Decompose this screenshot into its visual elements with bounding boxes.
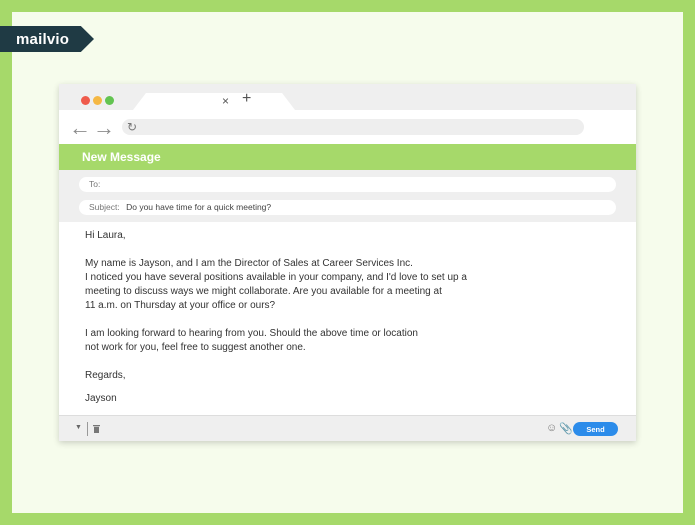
subject-label: Subject:	[89, 202, 120, 212]
message-body[interactable]: Hi Laura, My name is Jayson, and I am th…	[85, 229, 605, 406]
address-bar[interactable]: ↻	[122, 119, 584, 135]
send-label: Send	[586, 424, 605, 434]
signature: Jayson	[85, 393, 117, 404]
more-options-icon[interactable]: ▼	[75, 424, 82, 431]
body-line: meeting to discuss ways we might collabo…	[85, 286, 442, 297]
body-line: I am looking forward to hearing from you…	[85, 328, 418, 339]
subject-value: Do you have time for a quick meeting?	[126, 202, 272, 212]
to-field[interactable]: To:	[79, 177, 616, 192]
subject-field[interactable]: Subject: Do you have time for a quick me…	[79, 200, 616, 215]
nav-bar: ← → ↻	[59, 110, 636, 144]
attachment-icon[interactable]: 📎	[559, 422, 573, 435]
reload-icon[interactable]: ↻	[127, 120, 137, 134]
regards: Regards,	[85, 370, 126, 381]
compose-title: New Message	[82, 150, 161, 164]
logo-text: mailvio	[16, 30, 70, 48]
new-tab-icon[interactable]: +	[242, 91, 251, 107]
browser-window: × + ← → ↻ New Message To: Subject: Do yo…	[59, 84, 636, 441]
emoji-icon[interactable]: ☺	[546, 422, 557, 434]
tab-close-icon[interactable]: ×	[222, 94, 229, 108]
body-line: not work for you, feel free to suggest a…	[85, 342, 306, 353]
greeting: Hi Laura,	[85, 230, 126, 241]
footer-divider	[87, 422, 88, 436]
body-line: 11 a.m. on Thursday at your office or ou…	[85, 300, 276, 311]
forward-arrow-icon[interactable]: →	[93, 117, 115, 139]
trash-icon[interactable]	[93, 425, 100, 433]
to-label: To:	[89, 179, 101, 189]
compose-footer: ▼ ☺ 📎 Send	[59, 415, 636, 441]
mailvio-logo: mailvio	[0, 26, 94, 52]
compose-header: New Message	[59, 144, 636, 170]
body-line: My name is Jayson, and I am the Director…	[85, 258, 413, 269]
maximize-window-dot[interactable]	[105, 96, 114, 105]
send-button[interactable]: Send	[573, 422, 618, 436]
tab-bar: × +	[59, 84, 636, 110]
minimize-window-dot[interactable]	[93, 96, 102, 105]
back-arrow-icon[interactable]: ←	[69, 117, 91, 139]
close-window-dot[interactable]	[81, 96, 90, 105]
body-line: I noticed you have several positions ava…	[85, 272, 467, 283]
compose-fields: To: Subject: Do you have time for a quic…	[59, 170, 636, 222]
browser-tab[interactable]	[133, 93, 295, 110]
